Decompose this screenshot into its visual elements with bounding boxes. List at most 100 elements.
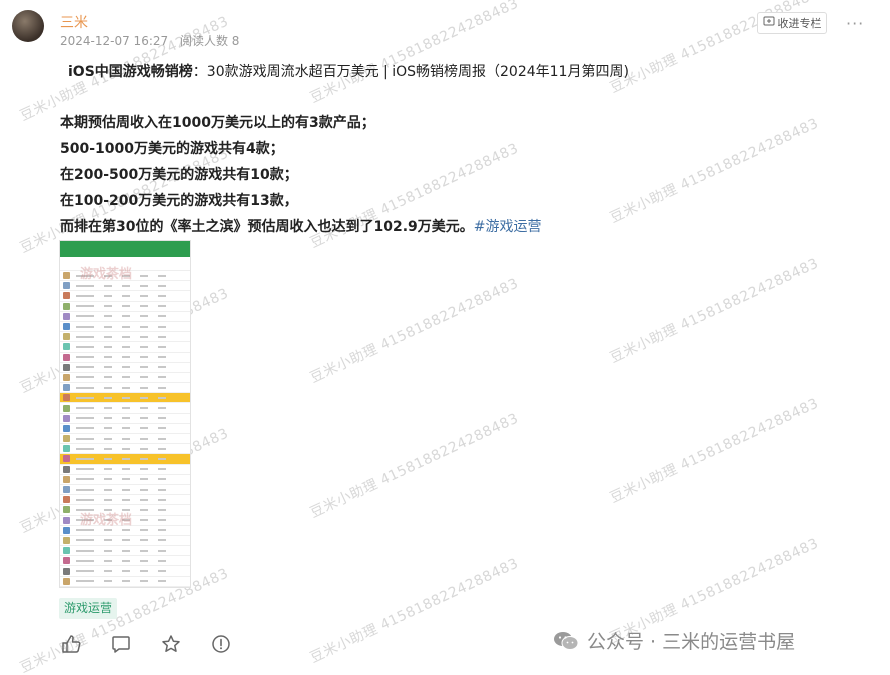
game-icon — [63, 292, 70, 300]
thumbnail-cell — [140, 447, 148, 450]
thumbnail-row — [60, 535, 190, 547]
thumbnail-cell — [140, 580, 148, 583]
thumbnail-cell — [122, 549, 130, 552]
thumbnail-cell — [122, 447, 130, 450]
thumbnail-cell — [122, 376, 130, 379]
thumbnail-cell — [140, 284, 148, 287]
watermark-text: 豆米小助理 4158188224288483 — [307, 410, 522, 522]
wechat-icon — [553, 631, 579, 651]
thumbnail-cell — [140, 508, 148, 511]
thumbnail-cell — [140, 396, 148, 399]
thumbnail-cell — [76, 447, 94, 450]
thumbnail-cell — [76, 478, 94, 481]
game-icon — [63, 475, 70, 483]
thumbnail-row — [60, 556, 190, 567]
thumbnail-cell — [104, 468, 112, 471]
topic-chip[interactable]: 游戏运营 — [59, 598, 118, 619]
thumbnail-cell — [122, 559, 130, 562]
thumbnail-cell — [76, 417, 94, 420]
thumbnail-cell — [76, 539, 94, 542]
game-icon — [63, 465, 70, 473]
thumbnail-cell — [140, 559, 148, 562]
comment-icon[interactable] — [110, 633, 132, 655]
thumbnail-cell — [140, 478, 148, 481]
body-line: 在100-200万美元的游戏共有13款， — [60, 193, 298, 209]
thumbnail-cell — [122, 366, 130, 369]
thumbnail-cell — [104, 549, 112, 552]
thumbnail-cell — [140, 335, 148, 338]
thumbnail-cell — [158, 274, 166, 277]
thumbnail-cell — [104, 284, 112, 287]
author-name[interactable]: 三米 — [60, 12, 88, 32]
thumbnail-cell — [122, 335, 130, 338]
thumbnail-cell — [76, 284, 94, 287]
thumbnail-cell — [158, 498, 166, 501]
game-icon — [63, 312, 70, 320]
game-icon — [63, 435, 70, 443]
thumbnail-cell — [140, 570, 148, 573]
ranking-image-thumbnail[interactable]: 游戏茶档 游戏茶档 — [59, 240, 191, 588]
thumbnail-cell — [158, 539, 166, 542]
post-title: iOS中国游戏畅销榜：30款游戏周流水超百万美元 | iOS畅销榜周报（2024… — [68, 61, 629, 81]
thumbnail-cell — [158, 468, 166, 471]
thumbnail-cell — [122, 478, 130, 481]
thumbnail-cell — [76, 396, 94, 399]
thumbnail-cell — [140, 366, 148, 369]
thumbnail-row — [60, 342, 190, 353]
game-icon — [63, 384, 70, 392]
inline-hashtag-link[interactable]: #游戏运营 — [474, 219, 542, 235]
thumbnail-row — [60, 423, 190, 434]
game-icon — [63, 536, 70, 544]
thumbnail-row — [60, 383, 190, 394]
thumbnail-cell — [76, 356, 94, 359]
thumbnail-cell — [158, 457, 166, 460]
thumbnail-row — [60, 474, 190, 485]
collect-to-column-button[interactable]: 收进专栏 — [757, 12, 827, 34]
thumbnail-cell — [76, 366, 94, 369]
thumbnail-cell — [122, 386, 130, 389]
thumbnail-cell — [104, 488, 112, 491]
report-icon[interactable] — [210, 633, 232, 655]
thumbnail-cell — [122, 570, 130, 573]
thumbnail-cell — [122, 437, 130, 440]
thumbnail-cell — [122, 284, 130, 287]
thumbnail-cell — [104, 305, 112, 308]
game-icon — [63, 394, 70, 402]
thumbnail-cell — [140, 376, 148, 379]
thumbnail-cell — [140, 325, 148, 328]
star-icon[interactable] — [160, 633, 182, 655]
thumbnail-cell — [158, 427, 166, 430]
more-options-button[interactable]: ··· — [846, 14, 864, 33]
thumbnail-cell — [140, 356, 148, 359]
thumbnail-cell — [104, 345, 112, 348]
game-icon — [63, 343, 70, 351]
game-icon — [63, 577, 70, 585]
footer-brand: 公众号 · 三米的运营书屋 — [553, 627, 795, 654]
thumbnail-cell — [76, 529, 94, 532]
thumbnail-cell — [122, 407, 130, 410]
post-title-bold: iOS中国游戏畅销榜 — [68, 64, 193, 80]
thumbnail-cell — [104, 529, 112, 532]
thumbnail-watermark: 游戏茶档 — [80, 513, 133, 528]
thumbnail-row — [60, 393, 190, 404]
thumbnail-cell — [104, 457, 112, 460]
thumbnail-cell — [76, 386, 94, 389]
thumbnail-cell — [140, 407, 148, 410]
game-icon — [63, 486, 70, 494]
thumbnail-cell — [122, 417, 130, 420]
thumbnail-cell — [104, 498, 112, 501]
thumbnail-cell — [76, 498, 94, 501]
thumbnail-cell — [158, 305, 166, 308]
thumbnail-cell — [104, 376, 112, 379]
thumbnail-cell — [76, 376, 94, 379]
thumbnail-cell — [104, 437, 112, 440]
post-title-rest: ：30款游戏周流水超百万美元 | iOS畅销榜周报（2024年11月第四周) — [192, 64, 629, 80]
watermark-text: 豆米小助理 4158188224288483 — [607, 255, 822, 367]
game-icon — [63, 557, 70, 565]
thumbnail-row — [60, 444, 190, 455]
avatar[interactable] — [12, 10, 44, 42]
game-icon — [63, 282, 70, 290]
thumbnail-cell — [76, 335, 94, 338]
thumbnail-cell — [104, 356, 112, 359]
thumb-up-icon[interactable] — [60, 633, 82, 655]
